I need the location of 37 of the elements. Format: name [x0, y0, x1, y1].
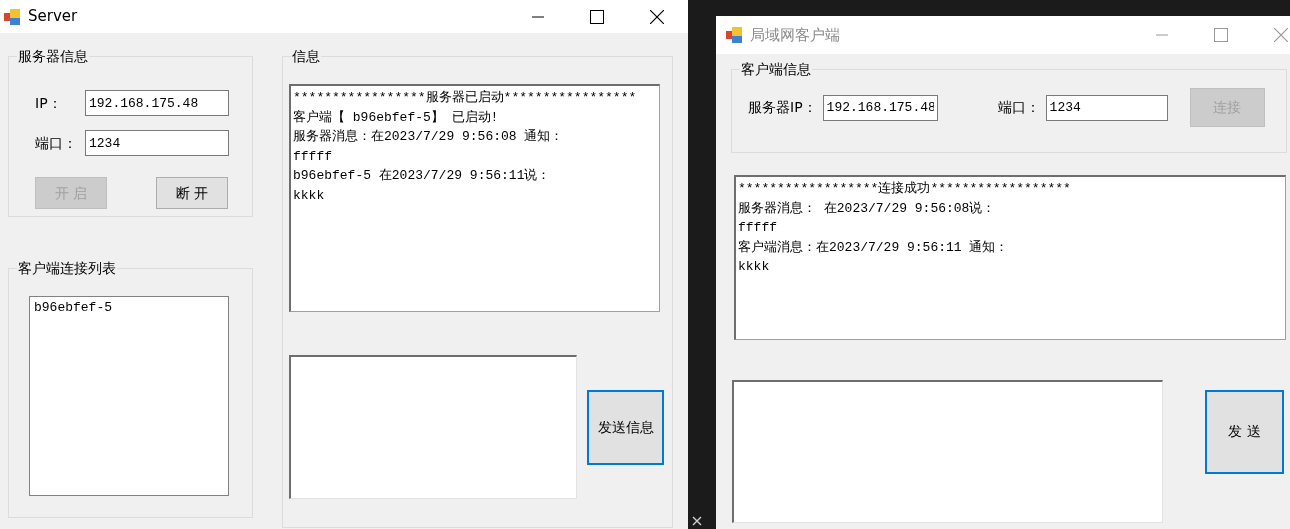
- message-log[interactable]: ******************连接成功****************** 服务器消息： 在2023/7/29 9:56:08说： fffff 客户端消息：在2023/7/29 9:56:11 通知： kkkk: [734, 175, 1286, 340]
- disconnect-button[interactable]: 断 开: [156, 177, 228, 209]
- field-label: IP：: [35, 93, 63, 113]
- field-label: 端口：: [997, 98, 1040, 117]
- list-item[interactable]: b96ebfef-5: [34, 300, 224, 316]
- group-title: 信息: [291, 46, 321, 66]
- client-list[interactable]: b96ebfef-5: [29, 296, 229, 496]
- ip-field[interactable]: 192.168.175.48: [85, 90, 229, 116]
- log-line: ******************连接成功******************: [738, 180, 1072, 198]
- message-input[interactable]: [732, 380, 1163, 523]
- log-line: fffff: [293, 147, 333, 166]
- field-label: 服务器IP：: [748, 98, 817, 117]
- log-line: 服务器消息： 在2023/7/29 9:56:08说：: [738, 199, 997, 218]
- log-line: b96ebfef-5 在2023/7/29 9:56:11说：: [293, 167, 552, 185]
- maximize-icon[interactable]: [590, 9, 604, 24]
- window-title: Server: [28, 6, 78, 28]
- app-icon: [4, 8, 22, 25]
- log-line: 客户端消息：在2023/7/29 9:56:11 通知：: [738, 238, 1010, 257]
- group-title: 客户端信息: [740, 59, 812, 79]
- message-input[interactable]: [289, 355, 577, 499]
- log-line: kkkk: [293, 186, 326, 205]
- port-field[interactable]: 1234: [1045, 94, 1168, 121]
- port-field[interactable]: 1234: [85, 130, 229, 156]
- send-button[interactable]: 发 送: [1205, 389, 1284, 474]
- log-line: *****************服务器已启动*****************: [293, 89, 638, 107]
- log-line: kkkk: [738, 258, 771, 276]
- close-icon[interactable]: [650, 9, 664, 24]
- send-button[interactable]: 发送信息: [587, 389, 664, 465]
- log-line: 客户端【 b96ebfef-5】 已启动!: [293, 108, 500, 127]
- field-label: 端口：: [35, 133, 78, 153]
- log-line: 服务器消息：在2023/7/29 9:56:08 通知：: [293, 128, 565, 146]
- app-icon: [726, 27, 744, 43]
- group-title: 服务器信息: [17, 46, 89, 66]
- window-title: 局域网客户端: [750, 24, 840, 46]
- message-log[interactable]: *****************服务器已启动***************** 客户端【 b96ebfef-5】 已启动! 服务器消息：在2023/7/29 9:56:08 通知： fffff b96ebfef-5 在2023/7/29 9:56:11说： kkkk: [289, 84, 660, 312]
- log-line: fffff: [738, 219, 778, 237]
- group-title: 客户端连接列表: [17, 258, 117, 278]
